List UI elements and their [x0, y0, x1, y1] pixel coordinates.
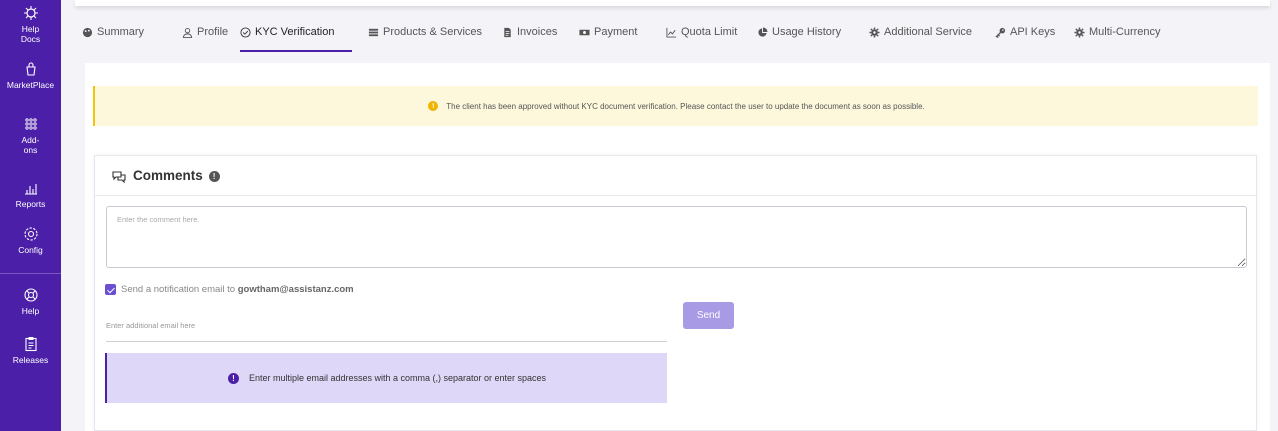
comments-title-text: Comments	[133, 168, 203, 183]
additional-email-input[interactable]	[106, 310, 667, 342]
tab-payment[interactable]: Payment	[579, 26, 637, 52]
tab-label: Usage History	[772, 26, 842, 38]
tab-usage-history[interactable]: Usage History	[757, 26, 841, 52]
sidebar-divider	[0, 273, 61, 274]
comments-title: Comments !	[133, 168, 220, 183]
tab-invoices[interactable]: Invoices	[502, 26, 557, 52]
tab-quota-limit[interactable]: Quota Limit	[666, 26, 737, 52]
bar-chart-icon	[24, 184, 37, 195]
send-button[interactable]: Send	[683, 302, 734, 329]
sidebar-item-reports[interactable]: Reports	[0, 180, 61, 209]
email-info-text: Enter multiple email addresses with a co…	[248, 373, 547, 383]
tab-label: Additional Service	[884, 26, 973, 38]
list-icon	[368, 28, 379, 37]
kyc-warning-alert: ! The client has been approved without K…	[93, 86, 1258, 126]
palette-icon	[82, 27, 93, 38]
tab-multi-currency[interactable]: Multi-Currency	[1074, 26, 1161, 52]
tab-label: Multi-Currency	[1089, 26, 1161, 38]
tab-label: Invoices	[517, 26, 558, 38]
tab-label: Products & Services	[383, 26, 483, 38]
line-chart-icon	[666, 27, 677, 38]
sidebar-item-add-ons[interactable]: Add-ons	[0, 116, 61, 155]
sidebar-item-label: Reports	[15, 199, 46, 209]
key-icon	[995, 27, 1006, 38]
notify-email-checkbox[interactable]	[105, 284, 116, 295]
sidebar-item-label: Config	[18, 245, 43, 255]
sidebar-item-label: Releases	[12, 355, 49, 365]
grid-icon	[24, 118, 37, 130]
tab-label: Profile	[197, 26, 229, 38]
bag-icon	[25, 62, 36, 76]
comments-icon	[112, 171, 126, 184]
sidebar-item-label: Help Docs	[20, 24, 41, 44]
lifebuoy-icon	[23, 288, 38, 302]
comments-card-header: Comments !	[95, 156, 1256, 196]
warning-text: The client has been approved without KYC…	[446, 101, 925, 111]
info-icon[interactable]: !	[208, 171, 220, 182]
tab-label: Summary	[97, 26, 145, 38]
sidebar-item-help[interactable]: Help	[0, 287, 61, 316]
sidebar: Help Docs MarketPlace Add-ons Reports Co…	[0, 0, 61, 431]
tab-label: API Keys	[1010, 26, 1056, 38]
gear-help-icon	[23, 6, 38, 20]
tab-label: Payment	[594, 26, 638, 38]
tab-summary[interactable]: Summary	[82, 26, 144, 52]
pie-chart-icon	[758, 27, 768, 37]
file-icon	[504, 27, 511, 38]
tab-profile[interactable]: Profile	[182, 26, 228, 52]
tab-bar: Summary Profile KYC Verification Product…	[82, 26, 1270, 52]
warning-icon: !	[428, 101, 439, 111]
cog-icon	[869, 27, 880, 38]
sidebar-item-releases[interactable]: Releases	[0, 336, 61, 365]
sidebar-item-help-docs[interactable]: Help Docs	[0, 5, 61, 44]
tab-products-services[interactable]: Products & Services	[368, 26, 482, 52]
sidebar-item-label: Help	[21, 306, 40, 316]
settings-icon	[23, 227, 38, 241]
check-circle-icon	[240, 27, 251, 38]
tab-label: Quota Limit	[681, 26, 738, 38]
money-icon	[579, 29, 590, 36]
tab-label: KYC Verification	[255, 26, 335, 38]
notify-email-label: Send a notification email to gowtham@ass…	[121, 284, 354, 295]
tab-api-keys[interactable]: API Keys	[995, 26, 1055, 52]
clipboard-icon	[24, 337, 37, 352]
sidebar-item-label: MarketPlace	[6, 80, 55, 90]
tab-additional-service[interactable]: Additional Service	[869, 26, 972, 52]
sidebar-item-config[interactable]: Config	[0, 226, 61, 255]
notify-email-address: gowtham@assistanz.com	[237, 284, 354, 295]
sidebar-item-marketplace[interactable]: MarketPlace	[0, 61, 61, 90]
cog-icon	[1074, 27, 1085, 38]
info-icon: !	[227, 372, 239, 384]
notify-email-row: Send a notification email to gowtham@ass…	[105, 284, 354, 295]
top-header-bar	[75, 0, 1270, 6]
sidebar-item-label: Add-ons	[21, 135, 40, 155]
tab-kyc-verification[interactable]: KYC Verification	[240, 26, 352, 52]
user-icon	[182, 28, 193, 38]
comment-textarea[interactable]	[106, 206, 1247, 268]
notify-email-prefix: Send a notification email to	[121, 284, 238, 295]
email-info-alert: ! Enter multiple email addresses with a …	[105, 353, 667, 403]
